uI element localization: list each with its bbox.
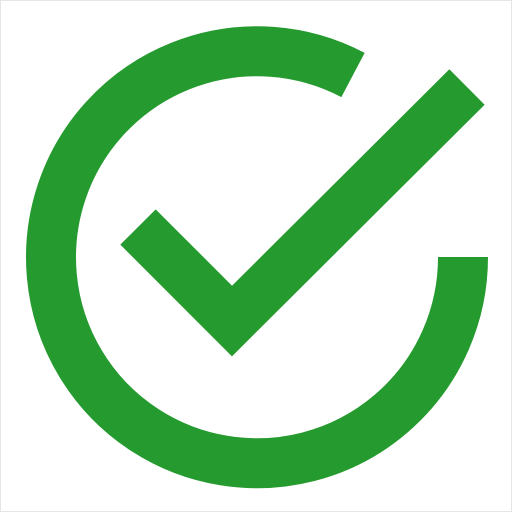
ring-arc [26, 26, 488, 489]
check-circle-icon [26, 26, 488, 489]
check-mark [120, 69, 485, 357]
icon-canvas [0, 0, 512, 512]
